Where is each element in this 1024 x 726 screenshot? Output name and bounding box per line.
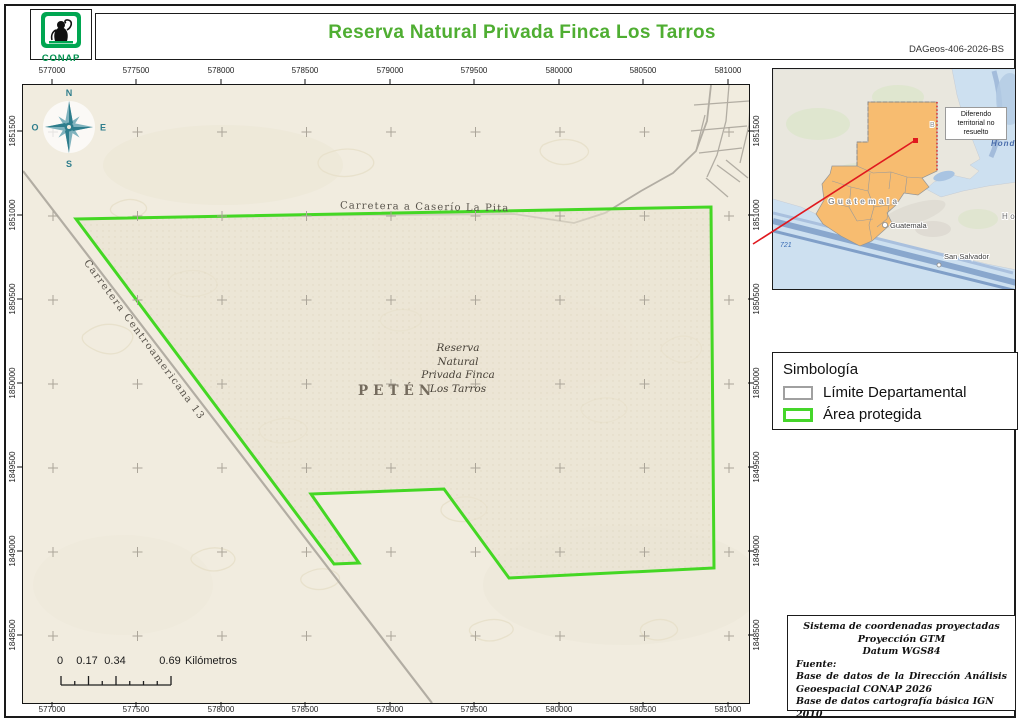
dispute-note: Diferendo territorial no resuelto [945,107,1007,140]
x-axis-label: 579500 [452,66,496,77]
conap-logo-icon [41,12,81,49]
y-axis-label: 1851500 [8,109,18,153]
page-title: Reserva Natural Privada Finca Los Tarros [96,22,948,44]
datum-line: Datum WGS84 [796,646,1007,659]
y-axis-label: 1849000 [8,529,18,573]
x-axis-label: 581000 [706,66,750,77]
y-axis-label: 1850000 [8,361,18,405]
x-axis-label: 578000 [199,66,243,77]
compass-south-label: S [66,159,72,169]
crs-line: Sistema de coordenadas proyectadas [796,621,1007,634]
y-axis-label: 1850000 [752,361,762,405]
legend: Simbología Límite Departamental Área pro… [772,352,1018,430]
capital-city-marker [882,222,887,227]
compass-north-label: N [66,88,73,98]
document-code: DAGeos-406-2026-BS [909,44,1004,55]
x-axis-label: 577000 [30,66,74,77]
source-line-2: Base de datos cartografía básica IGN 201… [796,696,1007,721]
x-axis-label: 579000 [368,66,412,77]
departmental-boundary-swatch [783,386,813,400]
y-axis-label: 1849500 [752,445,762,489]
capital-city-label: Guatemala [890,221,928,230]
y-axis-label: 1851000 [8,193,18,237]
y-axis-label: 1851000 [752,193,762,237]
san-salvador-marker [937,263,941,267]
x-axis-label: 577000 [30,705,74,716]
inset-locator-map: Guatemala Guatemala San Salvador Ho B 72… [772,68,1016,290]
x-axis-label: 581000 [706,705,750,716]
legend-item-departmental: Límite Departamental [783,384,1007,401]
x-axis-label: 580000 [537,66,581,77]
belize-partial-label: B [930,122,935,129]
x-axis-label: 580000 [537,705,581,716]
protected-area-swatch [783,408,813,422]
projection-line: Proyección GTM [796,634,1007,647]
source-label: Fuente: [796,659,1007,672]
y-axis-label: 1850500 [8,277,18,321]
y-axis-label: 1851500 [752,109,762,153]
reserve-location-marker [913,138,918,143]
logo-box: CONAP [30,9,92,60]
x-axis-label: 579000 [368,705,412,716]
map-document: CONAP Reserva Natural Privada Finca Los … [0,0,1024,726]
x-axis-label: 578500 [283,66,327,77]
sea-name-label: Hond [991,139,1016,148]
scale-tick-label: 0.34 [95,655,135,667]
road-number-label: 721 [780,242,792,249]
y-axis-label: 1848500 [752,613,762,657]
compass-west-label: O [31,123,38,133]
x-axis-label: 580500 [621,705,665,716]
inset-map-canvas: Guatemala Guatemala San Salvador Ho B 72… [773,69,1016,290]
credits: Sistema de coordenadas proyectadas Proye… [787,615,1016,711]
reserve-name-label: Reserva Natural Privada Finca Los Tarros [398,342,518,396]
header-title-box: Reserva Natural Privada Finca Los Tarros… [95,13,1015,60]
conap-logo-label: CONAP [31,53,91,64]
x-axis-label: 577500 [114,66,158,77]
compass-east-label: E [100,123,106,133]
x-axis-label: 580500 [621,66,665,77]
x-axis-label: 578500 [283,705,327,716]
x-axis-label: 577500 [114,705,158,716]
x-axis-label: 578000 [199,705,243,716]
scale-tick-label: 0.69 [150,655,190,667]
honduras-partial-label: Ho [1002,212,1016,221]
y-axis-label: 1849500 [8,445,18,489]
x-axis-label: 579500 [452,705,496,716]
y-axis-label: 1848500 [8,613,18,657]
y-axis-label: 1849000 [752,529,762,573]
y-axis-label: 1850500 [752,277,762,321]
legend-title: Simbología [783,361,1007,378]
san-salvador-label: San Salvador [944,252,990,261]
scale-unit-label: Kilómetros [185,655,275,667]
country-label: Guatemala [828,196,900,206]
source-line-1: Base de datos de la Dirección Análisis G… [796,671,1007,696]
legend-item-protected-area: Área protegida [783,406,1007,423]
